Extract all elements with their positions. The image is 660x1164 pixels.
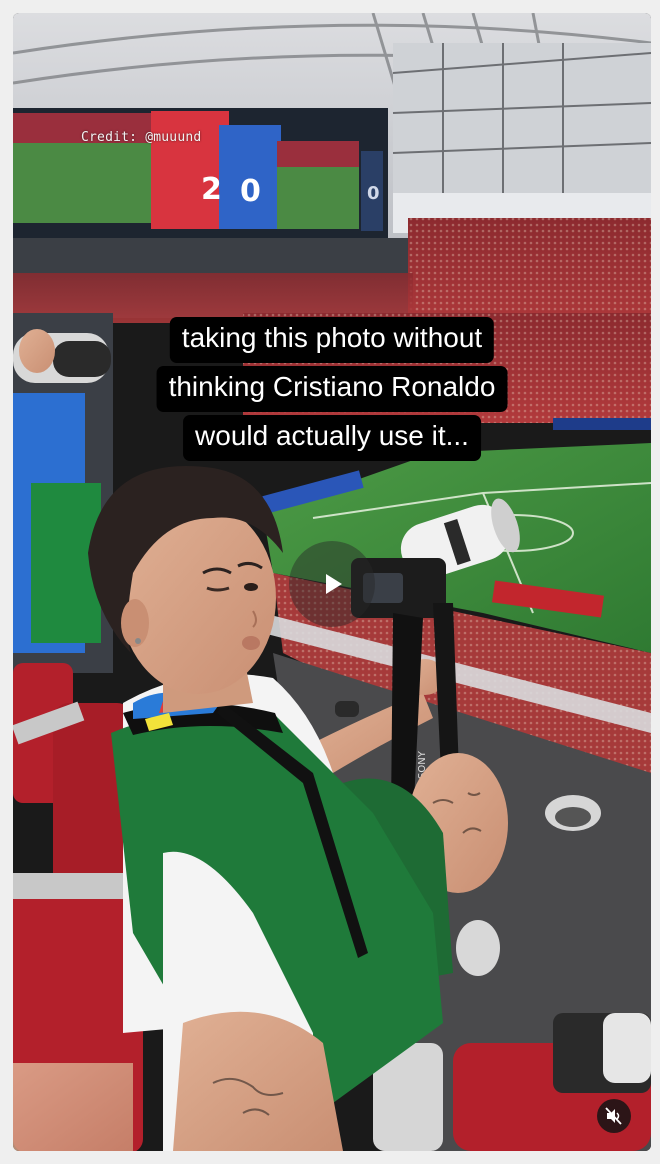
side-board-score: 0 <box>367 183 380 204</box>
play-button[interactable] <box>289 541 375 627</box>
speaker-muted-icon <box>605 1107 622 1125</box>
caption-line: would actually use it... <box>183 415 481 461</box>
scoreboard-home-score: 2 <box>201 172 222 207</box>
play-icon <box>326 574 342 594</box>
caption-overlay: taking this photo without thinking Crist… <box>113 309 551 470</box>
caption-line: taking this photo without <box>169 317 495 363</box>
scoreboard-away-score: 0 <box>240 174 261 209</box>
caption-line: thinking Cristiano Ronaldo <box>156 366 508 412</box>
video-player[interactable]: 2 0 0 SONY Credit: @muuund taking this p… <box>13 13 651 1151</box>
credit-watermark: Credit: @muuund <box>81 130 202 145</box>
mute-button[interactable] <box>597 1099 631 1133</box>
